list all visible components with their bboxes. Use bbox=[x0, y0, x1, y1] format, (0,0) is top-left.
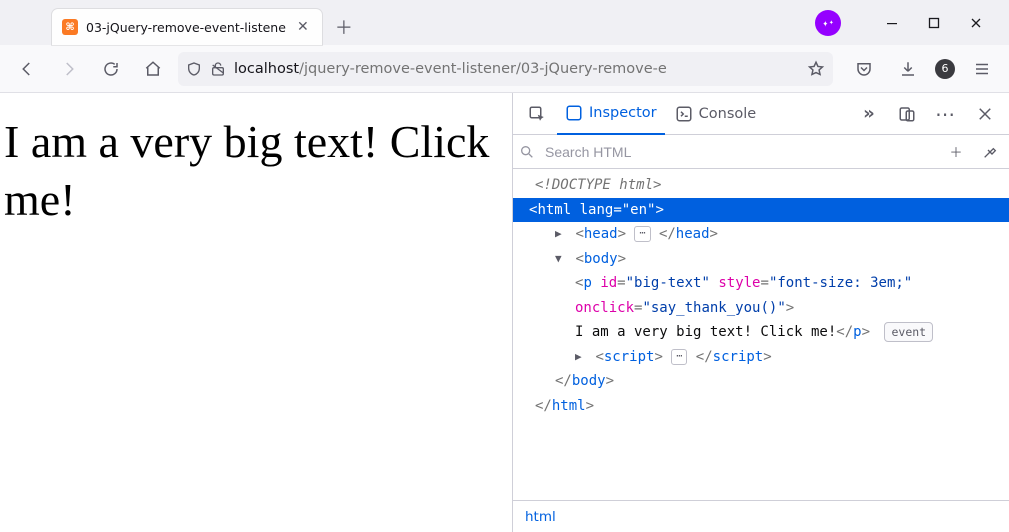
app-menu-button[interactable] bbox=[965, 52, 999, 86]
breadcrumb[interactable]: html bbox=[513, 500, 1009, 532]
lock-icon bbox=[210, 61, 226, 77]
devtools-search-bar: ＋ bbox=[513, 135, 1009, 169]
twisty-collapsed-icon[interactable]: ▶ bbox=[575, 347, 587, 366]
window-minimize-button[interactable] bbox=[883, 14, 901, 32]
back-button[interactable] bbox=[10, 52, 44, 86]
body-node[interactable]: ▼ <body> bbox=[513, 247, 1009, 272]
html-node[interactable]: <html lang="en"> bbox=[513, 198, 1009, 223]
forward-button bbox=[52, 52, 86, 86]
big-text[interactable]: I am a very big text! Click me! bbox=[4, 116, 489, 225]
devtools-menu-button[interactable]: ⋯ bbox=[927, 93, 965, 135]
html-close-node[interactable]: </html> bbox=[513, 394, 1009, 419]
inspector-tab[interactable]: Inspector bbox=[557, 93, 665, 135]
pocket-icon[interactable] bbox=[847, 52, 881, 86]
downloads-icon[interactable] bbox=[891, 52, 925, 86]
add-node-button[interactable]: ＋ bbox=[943, 139, 969, 165]
url-host: localhost bbox=[234, 61, 299, 77]
inspector-tab-label: Inspector bbox=[589, 105, 657, 121]
devtools-panel: Inspector Console » ⋯ ＋ bbox=[512, 93, 1009, 532]
responsive-mode-button[interactable] bbox=[889, 93, 925, 135]
body-close-node[interactable]: </body> bbox=[513, 369, 1009, 394]
ellipsis-pill[interactable]: ⋯ bbox=[634, 226, 650, 242]
p-node-line2[interactable]: onclick="say_thank_you()"> bbox=[513, 296, 1009, 321]
tab-close-button[interactable]: ✕ bbox=[294, 18, 312, 36]
url-bar[interactable]: localhost/jquery-remove-event-listener/0… bbox=[178, 52, 833, 86]
tab-bar: ⌘ 03-jQuery-remove-event-listene ✕ ＋ bbox=[0, 0, 1009, 45]
new-tab-button[interactable]: ＋ bbox=[330, 13, 358, 41]
page-viewport: I am a very big text! Click me! bbox=[0, 93, 512, 532]
nav-bar: localhost/jquery-remove-event-listener/0… bbox=[0, 45, 1009, 93]
event-badge[interactable]: event bbox=[884, 322, 933, 342]
more-tools-button[interactable]: » bbox=[851, 93, 887, 135]
p-node-line1[interactable]: <p id="big-text" style="font-size: 3em;" bbox=[513, 271, 1009, 296]
content-area: I am a very big text! Click me! Inspecto… bbox=[0, 93, 1009, 532]
ellipsis-pill[interactable]: ⋯ bbox=[671, 349, 687, 365]
shield-icon bbox=[186, 61, 202, 77]
doctype-node[interactable]: <!DOCTYPE html> bbox=[513, 173, 1009, 198]
devtools-close-button[interactable] bbox=[967, 93, 1003, 135]
home-button[interactable] bbox=[136, 52, 170, 86]
account-badge[interactable]: 6 bbox=[935, 59, 955, 79]
url-text: localhost/jquery-remove-event-listener/0… bbox=[234, 61, 799, 77]
twisty-collapsed-icon[interactable]: ▶ bbox=[555, 224, 567, 243]
p-node-text[interactable]: I am a very big text! Click me!</p> even… bbox=[513, 320, 1009, 345]
console-tab-label: Console bbox=[699, 106, 757, 122]
devtools-toolbar: Inspector Console » ⋯ bbox=[513, 93, 1009, 135]
script-node[interactable]: ▶ <script> ⋯ </script> bbox=[513, 345, 1009, 370]
head-node[interactable]: ▶ <head> ⋯ </head> bbox=[513, 222, 1009, 247]
console-tab[interactable]: Console bbox=[667, 93, 765, 135]
window-controls bbox=[815, 0, 1009, 45]
xampp-favicon: ⌘ bbox=[62, 19, 78, 35]
element-picker-button[interactable] bbox=[519, 93, 555, 135]
reload-button[interactable] bbox=[94, 52, 128, 86]
toolbar-right: 6 bbox=[841, 52, 999, 86]
window-close-button[interactable] bbox=[967, 14, 985, 32]
window-maximize-button[interactable] bbox=[925, 14, 943, 32]
eyedropper-button[interactable] bbox=[977, 139, 1003, 165]
url-path: /jquery-remove-event-listener/03-jQuery-… bbox=[299, 61, 667, 77]
bookmark-star-icon[interactable] bbox=[807, 60, 825, 78]
search-icon bbox=[519, 144, 535, 160]
dom-tree[interactable]: <!DOCTYPE html> <html lang="en"> ▶ <head… bbox=[513, 169, 1009, 500]
html-search-input[interactable] bbox=[543, 143, 935, 161]
extension-badge-icon[interactable] bbox=[815, 10, 841, 36]
tab-title: 03-jQuery-remove-event-listene bbox=[86, 20, 286, 35]
breadcrumb-item[interactable]: html bbox=[525, 509, 556, 525]
browser-tab[interactable]: ⌘ 03-jQuery-remove-event-listene ✕ bbox=[52, 9, 322, 45]
twisty-expanded-icon[interactable]: ▼ bbox=[555, 249, 567, 268]
